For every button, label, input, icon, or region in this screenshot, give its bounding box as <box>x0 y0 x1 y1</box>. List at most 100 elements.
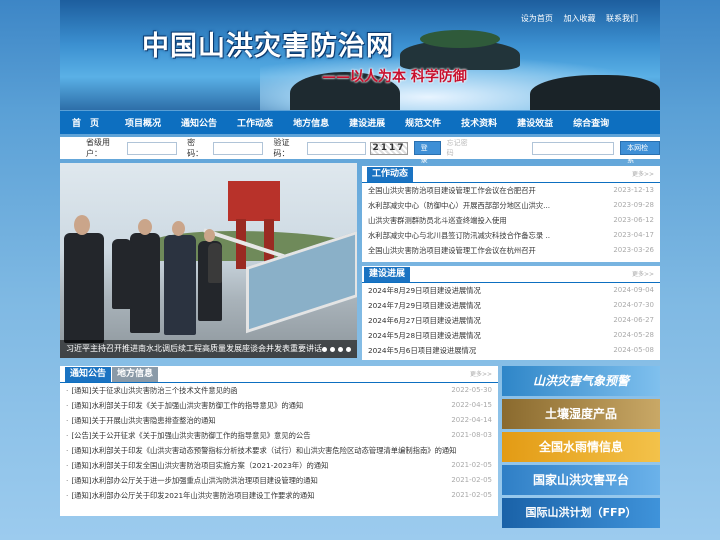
nav-progress[interactable]: 建设进展 <box>339 116 395 129</box>
person-head <box>172 221 185 236</box>
photo-caption[interactable]: 习近平主持召开推进南水北调后续工程高质量发展座谈会并发表重要讲话 <box>60 340 357 358</box>
list-item[interactable]: 水利部减灾中心（防御中心）开展西部部分地区山洪灾... 2023-09-28 <box>362 198 660 213</box>
news-date: 2023-09-28 <box>613 201 654 209</box>
list-item[interactable]: 2024年7月29日项目建设进展情况 2024-07-30 <box>362 298 660 313</box>
notice-title[interactable]: [通知]水利部关于印发《关于加强山洪灾害防御工作的指导意见》的通知 <box>71 401 303 410</box>
list-item[interactable]: 2024年5月6日项目建设进展情况 2024-05-08 <box>362 343 660 358</box>
notice-title[interactable]: [通知]水利部关于印发全国山洪灾害防治项目实施方案（2021-2023年）的通知 <box>71 461 328 470</box>
list-item[interactable]: 2024年6月27日项目建设进展情况 2024-06-27 <box>362 313 660 328</box>
nav-work-news[interactable]: 工作动态 <box>227 116 283 129</box>
more-link[interactable]: 更多>> <box>632 269 654 278</box>
news-title[interactable]: 水利部减灾中心（防御中心）开展西部部分地区山洪灾... <box>368 198 550 213</box>
list-item[interactable]: 水利部减灾中心与北川县签订防汛减灾科技合作备忘录 .. 2023-04-17 <box>362 228 660 243</box>
site-search-input[interactable] <box>532 141 615 155</box>
site-search-button[interactable]: 本网检索 <box>620 141 660 164</box>
nav-home[interactable]: 首 页 <box>60 116 115 129</box>
news-title[interactable]: 全国山洪灾害防治项目建设管理工作会议在合肥召开 <box>368 183 536 198</box>
tab-local-info[interactable]: 地方信息 <box>112 367 159 382</box>
carousel-dot[interactable] <box>346 347 351 352</box>
notice-title[interactable]: [公告]关于公开征求《关于加强山洪灾害防御工作的指导意见》意见的公告 <box>71 431 310 440</box>
login-button[interactable]: 登录 <box>413 141 441 164</box>
nav-notices[interactable]: 通知公告 <box>171 116 227 129</box>
list-item[interactable]: · [通知]水利部关于印发全国山洪灾害防治项目实施方案（2021-2023年）的通… <box>60 458 498 473</box>
notice-date: 2022-05-30 <box>451 386 492 394</box>
notice-date: 2022-04-14 <box>451 416 492 424</box>
username-input[interactable] <box>127 141 178 155</box>
captcha-input[interactable] <box>307 141 367 155</box>
list-item[interactable]: · [通知]关于征求山洪灾害防治三个技术文件意见的函 2022-05-30 <box>60 383 498 398</box>
bullet-icon: · <box>66 446 69 455</box>
nav-benefits[interactable]: 建设效益 <box>507 116 563 129</box>
bullet-icon: · <box>66 431 69 440</box>
list-item[interactable]: 山洪灾害群测群防员北斗巡查终端投入使用 2023-06-12 <box>362 213 660 228</box>
tab-progress[interactable]: 建设进展 <box>364 267 411 282</box>
forgot-password-link[interactable]: 忘记密码 <box>447 138 473 158</box>
captcha-image[interactable]: 2117 <box>370 141 408 155</box>
news-title[interactable]: 山洪灾害群测群防员北斗巡查终端投入使用 <box>368 213 507 228</box>
progress-title[interactable]: 2024年8月29日项目建设进展情况 <box>368 283 481 298</box>
progress-title[interactable]: 2024年5月6日项目建设进展情况 <box>368 343 476 358</box>
list-item[interactable]: · [通知]关于开展山洪灾害隐患排查整治的通知 2022-04-14 <box>60 413 498 428</box>
list-item[interactable]: · [通知]水利部关于印发《关于加强山洪灾害防御工作的指导意见》的通知 2022-0… <box>60 398 498 413</box>
banner-national-platform[interactable]: 国家山洪灾害平台 <box>502 465 660 495</box>
list-item[interactable]: 2024年5月28日项目建设进展情况 2024-05-28 <box>362 328 660 343</box>
gate-tower-graphic <box>228 181 280 221</box>
news-title[interactable]: 水利部减灾中心与北川县签订防汛减灾科技合作备忘录 .. <box>368 228 550 243</box>
work-news-panel: 工作动态 更多>> 全国山洪灾害防治项目建设管理工作会议在合肥召开 2023-12… <box>362 166 660 262</box>
banner-soil-moisture[interactable]: 土壤湿度产品 <box>502 399 660 429</box>
list-item[interactable]: · [通知]水利部办公厅关于印发2021年山洪灾害防治项目建设工作要求的通知 202… <box>60 488 498 503</box>
user-label: 省级用户： <box>86 138 110 158</box>
tab-notices[interactable]: 通知公告 <box>65 367 112 382</box>
list-item[interactable]: · [通知]水利部办公厅关于进一步加强重点山洪沟防洪治理项目建设管理的通知 2021… <box>60 473 498 488</box>
list-item[interactable]: 全国山洪灾害防治项目建设管理工作会议在合肥召开 2023-12-13 <box>362 183 660 198</box>
carousel-dot[interactable] <box>322 347 327 352</box>
nav-query[interactable]: 综合查询 <box>563 116 619 129</box>
nav-project-overview[interactable]: 项目概况 <box>115 116 171 129</box>
progress-date: 2024-05-28 <box>613 331 654 339</box>
notices-panel: 通知公告 地方信息 更多>> · [通知]关于征求山洪灾害防治三个技术文件意见的函… <box>60 366 498 516</box>
news-title[interactable]: 全国山洪灾害防治项目建设管理工作会议在杭州召开 <box>368 243 536 258</box>
banner-water-rain-info[interactable]: 全国水雨情信息 <box>502 432 660 462</box>
bullet-icon: · <box>66 476 69 485</box>
set-homepage-link[interactable]: 设为首页 <box>521 14 553 23</box>
carousel-dots <box>322 347 351 352</box>
notice-title[interactable]: [通知]关于征求山洪灾害防治三个技术文件意见的函 <box>71 386 237 395</box>
notice-title[interactable]: [通知]水利部关于印发《山洪灾害动态预警指标分析技术要求（试行）和山洪灾害危险区… <box>71 446 456 455</box>
notices-header: 通知公告 地方信息 更多>> <box>60 366 498 383</box>
progress-title[interactable]: 2024年7月29日项目建设进展情况 <box>368 298 481 313</box>
progress-title[interactable]: 2024年5月28日项目建设进展情况 <box>368 328 481 343</box>
progress-date: 2024-06-27 <box>613 316 654 324</box>
person-figure <box>64 233 104 343</box>
person-head <box>74 215 90 235</box>
news-date: 2023-06-12 <box>613 216 654 224</box>
notice-title[interactable]: [通知]关于开展山洪灾害隐患排查整治的通知 <box>71 416 215 425</box>
add-favorite-link[interactable]: 加入收藏 <box>563 14 595 23</box>
news-date: 2023-12-13 <box>613 186 654 194</box>
site-title: 中国山洪灾害防治网 <box>142 31 394 62</box>
nav-tech-materials[interactable]: 技术资料 <box>451 116 507 129</box>
list-item[interactable]: · [公告]关于公开征求《关于加强山洪灾害防御工作的指导意见》意见的公告 2021-… <box>60 428 498 443</box>
notice-title[interactable]: [通知]水利部办公厅关于印发2021年山洪灾害防治项目建设工作要求的通知 <box>71 491 314 500</box>
banner-weather-warning[interactable]: 山洪灾害气象预警 <box>502 366 660 396</box>
more-link[interactable]: 更多>> <box>632 169 654 178</box>
nav-documents[interactable]: 规范文件 <box>395 116 451 129</box>
list-item[interactable]: · [通知]水利部关于印发《山洪灾害动态预警指标分析技术要求（试行）和山洪灾害危险… <box>60 443 498 458</box>
notice-title[interactable]: [通知]水利部办公厅关于进一步加强重点山洪沟防洪治理项目建设管理的通知 <box>71 476 318 485</box>
bullet-icon: · <box>66 416 69 425</box>
tab-work-news[interactable]: 工作动态 <box>367 167 414 182</box>
carousel-dot[interactable] <box>330 347 335 352</box>
rock-graphic-right <box>530 75 660 110</box>
password-input[interactable] <box>213 141 264 155</box>
person-figure <box>112 239 132 309</box>
notice-date: 2022-04-15 <box>451 401 492 409</box>
nav-local-info[interactable]: 地方信息 <box>283 116 339 129</box>
news-photo-carousel[interactable]: 习近平主持召开推进南水北调后续工程高质量发展座谈会并发表重要讲话 <box>60 163 357 358</box>
banner-ffp[interactable]: 国际山洪计划（FFP） <box>502 498 660 528</box>
progress-title[interactable]: 2024年6月27日项目建设进展情况 <box>368 313 481 328</box>
list-item[interactable]: 2024年8月29日项目建设进展情况 2024-09-04 <box>362 283 660 298</box>
list-item[interactable]: 全国山洪灾害防治项目建设管理工作会议在杭州召开 2023-03-26 <box>362 243 660 258</box>
person-head <box>138 219 152 235</box>
carousel-dot[interactable] <box>338 347 343 352</box>
contact-link[interactable]: 联系我们 <box>606 14 638 23</box>
more-link[interactable]: 更多>> <box>470 369 492 378</box>
